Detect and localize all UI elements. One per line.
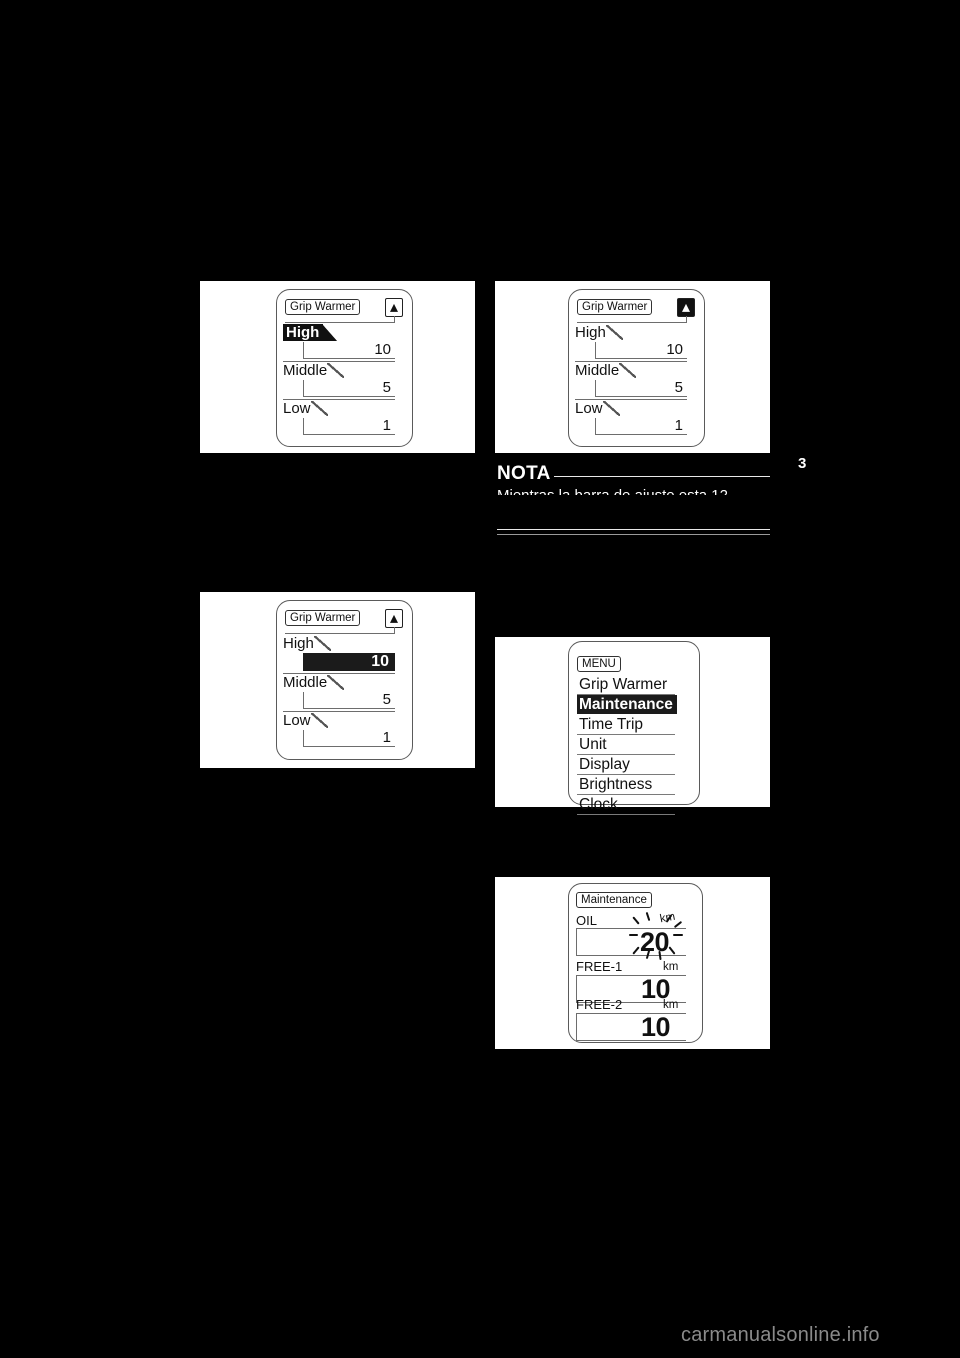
row-value-middle: 5 — [382, 379, 391, 396]
row-label-low[interactable]: Low — [283, 712, 327, 729]
row-label-high[interactable]: High — [283, 324, 339, 341]
row-value-box-low[interactable]: 1 — [595, 418, 687, 435]
row-value-box-middle[interactable]: 5 — [303, 380, 395, 397]
row-label-high[interactable]: High — [283, 635, 331, 652]
maintenance-unit-free2: km — [663, 999, 679, 1011]
page-number: 3 — [798, 455, 807, 472]
row-value-high: 10 — [666, 341, 683, 358]
figure-menu-screen: MENU Grip Warmer Maintenance Time Trip U… — [495, 637, 770, 815]
figure-grip-warmer-value-select: Grip Warmer High 10 Middle 5 Low 1 — [200, 592, 475, 768]
row-label-middle[interactable]: Middle — [283, 362, 345, 379]
maintenance-label-free1: FREE-1 — [576, 959, 623, 974]
lcd-screen: Maintenance OIL km 20 FREE — [495, 877, 770, 1049]
row-value-box-middle[interactable]: 5 — [303, 692, 395, 709]
menu-item-brightness[interactable]: Brightness — [577, 775, 652, 794]
screen-title-tag: MENU — [577, 656, 621, 672]
screen-title-tag: Grip Warmer — [285, 299, 361, 315]
maintenance-label-free2: FREE-2 — [576, 997, 623, 1012]
row-value-low: 1 — [674, 417, 683, 434]
row-label-high[interactable]: High — [575, 324, 623, 341]
menu-item-clock[interactable]: Clock — [577, 795, 618, 814]
row-value-box-high[interactable]: 10 — [303, 653, 395, 671]
menu-item-unit[interactable]: Unit — [577, 735, 607, 754]
up-triangle-icon — [385, 609, 403, 628]
row-label-low[interactable]: Low — [283, 400, 327, 417]
menu-item-grip-warmer[interactable]: Grip Warmer — [577, 675, 667, 694]
row-label-middle[interactable]: Middle — [575, 362, 637, 379]
row-value-box-low[interactable]: 1 — [303, 418, 395, 435]
row-value-box-middle[interactable]: 5 — [595, 380, 687, 397]
screen-title-tag: Grip Warmer — [577, 299, 653, 315]
figure-grip-warmer-level-select: Grip Warmer High 10 Middle 5 Low 1 — [200, 281, 475, 453]
row-value-low: 1 — [382, 417, 391, 434]
row-value-high: 10 — [371, 653, 389, 670]
maintenance-value-free2: 10 — [641, 1012, 671, 1042]
screen-title-tag: Maintenance — [576, 892, 652, 908]
row-value-middle: 5 — [674, 379, 683, 396]
note-title: NOTA — [497, 463, 551, 484]
lcd-screen: Grip Warmer High 10 Middle 5 Low 1 — [200, 281, 475, 453]
maintenance-unit-free1: km — [663, 961, 679, 973]
watermark: carmanualsonline.info — [681, 1324, 880, 1346]
flash-indicator-oil — [627, 908, 685, 961]
row-label-middle[interactable]: Middle — [283, 674, 345, 691]
lcd-screen: MENU Grip Warmer Maintenance Time Trip U… — [495, 637, 770, 815]
menu-item-display[interactable]: Display — [577, 755, 630, 774]
row-value-low: 1 — [382, 729, 391, 746]
figure-maintenance-screen: Maintenance OIL km 20 FREE — [495, 877, 770, 1049]
row-value-box-high[interactable]: 10 — [595, 342, 687, 359]
row-value-high: 10 — [374, 341, 391, 358]
maintenance-label-oil: OIL — [576, 913, 597, 928]
row-value-middle: 5 — [382, 691, 391, 708]
screen-title-tag: Grip Warmer — [285, 610, 361, 626]
row-label-low[interactable]: Low — [575, 400, 619, 417]
menu-item-maintenance[interactable]: Maintenance — [577, 695, 677, 714]
figure-grip-warmer-no-selection: Grip Warmer High 10 Middle 5 Low 1 — [495, 281, 770, 453]
menu-item-time-trip[interactable]: Time Trip — [577, 715, 643, 734]
row-value-box-high[interactable]: 10 — [303, 342, 395, 359]
up-triangle-icon — [385, 298, 403, 317]
up-triangle-icon — [677, 298, 695, 317]
row-value-box-low[interactable]: 1 — [303, 730, 395, 747]
lcd-screen: Grip Warmer High 10 Middle 5 Low 1 — [495, 281, 770, 453]
note-block: NOTA Mientras la barra de ajuste esta 12 — [497, 463, 770, 543]
note-body: Mientras la barra de ajuste esta 12 — [497, 487, 770, 495]
lcd-screen: Grip Warmer High 10 Middle 5 Low 1 — [200, 592, 475, 768]
